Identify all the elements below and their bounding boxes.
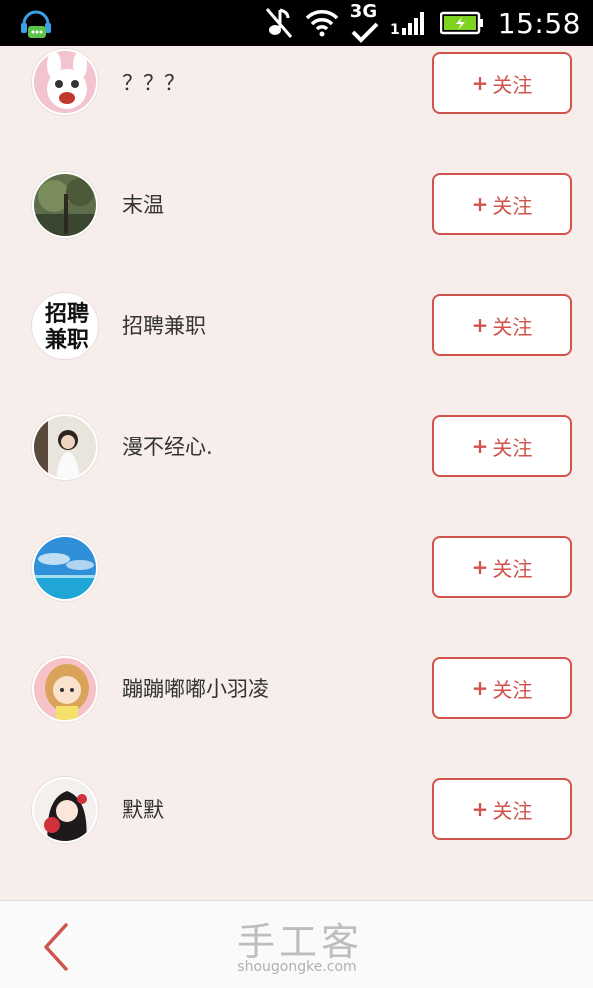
list-item: 招聘兼职 招聘兼职 + 关注 <box>0 264 593 385</box>
follow-button[interactable]: + 关注 <box>432 415 572 477</box>
follow-button[interactable]: + 关注 <box>432 173 572 235</box>
follow-label: 关注 <box>492 798 533 823</box>
follow-label: 关注 <box>492 314 533 339</box>
rabbit-avatar[interactable] <box>32 49 98 115</box>
list-item: ？？？ + 关注 <box>0 46 593 143</box>
plus-icon: + <box>471 192 489 216</box>
plus-icon: + <box>471 555 489 579</box>
status-bar: 3G 1 15:58 <box>0 0 593 46</box>
follow-button[interactable]: + 关注 <box>432 536 572 598</box>
battery-icon <box>439 11 483 35</box>
follow-label: 关注 <box>492 677 533 702</box>
list-item: 漫不经心. + 关注 <box>0 385 593 506</box>
chevron-left-icon <box>44 923 68 971</box>
user-list[interactable]: ？？？ + 关注 末温 + 关注 招聘兼职 招聘兼职 + 关注 漫不经心. + … <box>0 46 593 900</box>
follow-button[interactable]: + 关注 <box>432 778 572 840</box>
clock-time: 15:58 <box>497 6 581 40</box>
user-name[interactable]: ？？？ <box>122 67 185 97</box>
user-name[interactable]: 漫不经心. <box>122 431 213 461</box>
plus-icon: + <box>471 676 489 700</box>
follow-button[interactable]: + 关注 <box>432 294 572 356</box>
sea-sky-avatar[interactable] <box>32 535 98 601</box>
dark-hair-girl-avatar[interactable] <box>32 777 98 843</box>
forest-avatar[interactable] <box>32 172 98 238</box>
music-muted-icon <box>265 8 292 38</box>
plus-icon: + <box>471 71 489 95</box>
list-item: 蹦蹦嘟嘟小羽凌 + 关注 <box>0 627 593 748</box>
user-name[interactable]: 默默 <box>122 794 164 824</box>
follow-label: 关注 <box>492 556 533 581</box>
list-item: + 关注 <box>0 506 593 627</box>
plus-icon: + <box>471 434 489 458</box>
signal-icon: 1 <box>390 12 424 36</box>
plus-icon: + <box>471 313 489 337</box>
chat-app-icon <box>16 4 56 44</box>
follow-label: 关注 <box>492 193 533 218</box>
list-item: 末温 + 关注 <box>0 143 593 264</box>
user-name[interactable]: 末温 <box>122 189 164 219</box>
avatar-text: 招聘兼职 <box>44 302 89 353</box>
wifi-icon <box>305 10 339 37</box>
app-logo: 手工客 <box>236 920 363 964</box>
user-name[interactable]: 招聘兼职 <box>122 310 206 340</box>
svg-text:1: 1 <box>390 22 400 36</box>
follow-label: 关注 <box>492 72 533 97</box>
user-name[interactable]: 蹦蹦嘟嘟小羽凌 <box>122 673 269 703</box>
bottom-bar: 手工客 shougongke.com <box>0 900 593 988</box>
follow-button[interactable]: + 关注 <box>432 657 572 719</box>
network-type-label: 3G <box>349 1 378 22</box>
girl-photo-avatar[interactable] <box>32 414 98 480</box>
network-3g-icon: 3G <box>350 1 380 45</box>
back-button[interactable] <box>34 919 78 975</box>
follow-label: 关注 <box>492 435 533 460</box>
app-logo-url: shougongke.com <box>237 959 357 975</box>
plus-icon: + <box>471 797 489 821</box>
cartoon-girl-avatar[interactable] <box>32 656 98 722</box>
recruit-text-avatar[interactable]: 招聘兼职 <box>32 293 98 359</box>
list-item: 默默 + 关注 <box>0 748 593 869</box>
follow-button[interactable]: + 关注 <box>432 52 572 114</box>
